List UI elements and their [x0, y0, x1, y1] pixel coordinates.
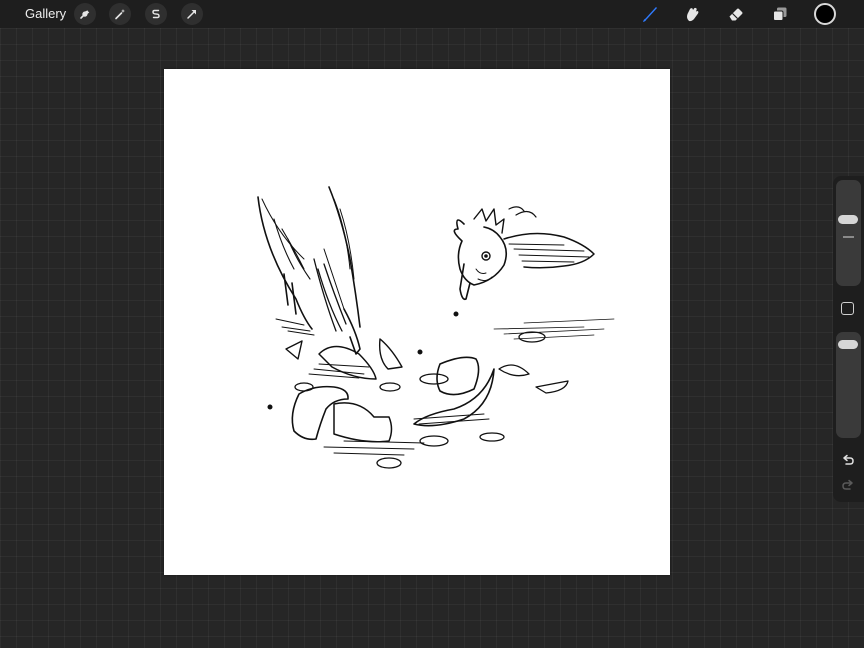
layers-button[interactable] — [769, 3, 791, 25]
modify-button[interactable] — [841, 302, 854, 315]
paint-brush-button[interactable] — [639, 3, 661, 25]
left-chicken-body-outline — [257, 196, 313, 330]
brush-icon — [643, 7, 657, 22]
brush-size-slider[interactable] — [836, 180, 861, 286]
chicken-sketch-artwork — [257, 186, 615, 469]
selection-button[interactable] — [145, 3, 167, 25]
color-picker-swatch[interactable] — [814, 3, 836, 25]
undo-arrow-icon — [843, 454, 854, 465]
undo-button[interactable] — [838, 450, 858, 470]
gallery-button[interactable]: Gallery — [25, 5, 66, 23]
redo-arrow-icon — [842, 479, 853, 490]
layers-icon — [773, 7, 787, 21]
eraser-button[interactable] — [725, 3, 747, 25]
actions-button[interactable] — [74, 3, 96, 25]
brush-sidebar — [833, 176, 864, 502]
adjustments-button[interactable] — [109, 3, 131, 25]
smudge-button[interactable] — [681, 3, 703, 25]
smudge-finger-icon — [687, 7, 699, 22]
eraser-icon — [729, 8, 743, 21]
wrench-icon — [80, 10, 90, 19]
magic-wand-icon — [115, 9, 125, 20]
drawing-canvas[interactable] — [164, 69, 670, 575]
top-toolbar: Gallery — [0, 0, 864, 28]
procreate-app: Gallery — [0, 0, 864, 648]
brush-size-tick — [843, 236, 854, 238]
arrow-cursor-icon — [187, 10, 196, 19]
selection-s-icon — [152, 9, 160, 19]
opacity-thumb[interactable] — [838, 340, 858, 350]
redo-button[interactable] — [838, 475, 858, 495]
eggshell-broken-left — [291, 385, 349, 441]
transform-button[interactable] — [181, 3, 203, 25]
opacity-slider[interactable] — [836, 332, 861, 438]
brush-size-thumb[interactable] — [838, 215, 858, 225]
eggshell-large-right — [413, 368, 495, 427]
